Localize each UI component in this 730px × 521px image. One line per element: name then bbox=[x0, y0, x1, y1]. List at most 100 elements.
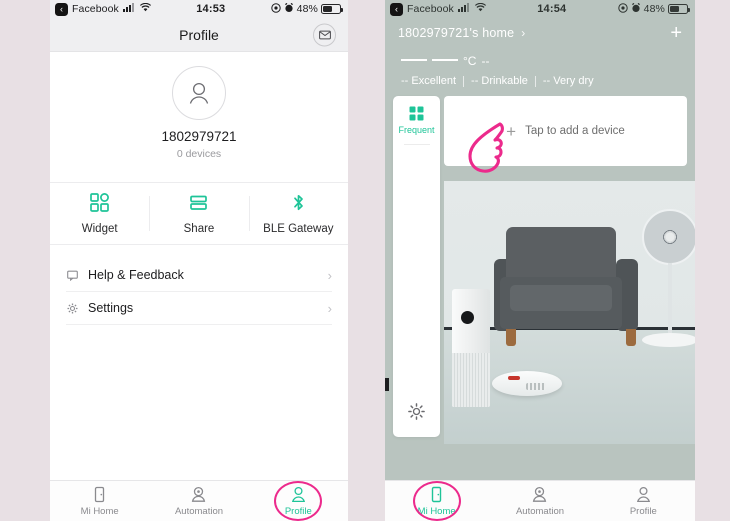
bottom-tab-bar: Mi Home Automation Profile bbox=[50, 480, 348, 521]
temperature-dash-left bbox=[401, 59, 427, 61]
divider bbox=[534, 75, 536, 87]
quick-action-label: Widget bbox=[81, 223, 118, 235]
back-app-label: Facebook bbox=[72, 3, 119, 15]
location-arrow-icon bbox=[617, 2, 628, 16]
tab-label: Automation bbox=[174, 505, 224, 517]
menu-item-label: Help & Feedback bbox=[88, 268, 184, 282]
status-bar-back-app[interactable]: ‹ Facebook bbox=[55, 2, 151, 16]
tab-automation[interactable]: Automation bbox=[149, 486, 248, 517]
status-bar-back-app[interactable]: ‹ Facebook bbox=[390, 2, 486, 16]
home-content: Frequent + Tap to add a device bbox=[385, 96, 695, 444]
divider bbox=[463, 75, 465, 87]
menu-item-label: Settings bbox=[88, 301, 134, 315]
battery-percent-label: 48% bbox=[643, 3, 665, 15]
status-bar-indicators: 48% bbox=[270, 2, 343, 16]
location-arrow-icon bbox=[270, 2, 281, 16]
help-feedback-icon bbox=[66, 270, 79, 281]
profile-username: 1802979721 bbox=[161, 129, 237, 144]
share-bars-icon bbox=[189, 193, 208, 217]
status-bar-indicators: 48% bbox=[617, 2, 690, 16]
page-title: Profile bbox=[179, 26, 219, 43]
pedestal-fan-pole bbox=[668, 263, 672, 338]
back-chevron-icon: ‹ bbox=[55, 2, 68, 16]
profile-menu-list: Help & Feedback › Settings › bbox=[50, 259, 348, 325]
profile-summary[interactable]: 1802979721 0 devices bbox=[50, 52, 348, 172]
temperature-extra: -- bbox=[481, 54, 490, 68]
back-chevron-icon: ‹ bbox=[390, 2, 403, 16]
tab-profile[interactable]: Profile bbox=[592, 486, 695, 517]
automation-icon bbox=[533, 486, 547, 502]
envelope-icon[interactable] bbox=[313, 23, 336, 46]
armchair-cushion bbox=[510, 285, 612, 311]
tab-automation[interactable]: Automation bbox=[488, 486, 591, 517]
plus-icon[interactable]: + bbox=[670, 23, 682, 43]
room-side-rail: Frequent bbox=[393, 96, 440, 437]
alarm-clock-icon bbox=[284, 2, 294, 16]
quick-action-widget[interactable]: Widget bbox=[50, 183, 149, 244]
wifi-icon bbox=[139, 2, 151, 15]
tab-mi-home[interactable]: Mi Home bbox=[385, 481, 488, 521]
home-header: 1802979721's home › + bbox=[385, 18, 695, 48]
gear-icon bbox=[66, 303, 79, 314]
annotation-circle-mi-home-tab bbox=[412, 481, 461, 521]
quick-action-share[interactable]: Share bbox=[149, 183, 248, 244]
widget-grid-icon bbox=[90, 193, 110, 217]
frequent-grid-icon bbox=[409, 106, 424, 121]
rail-settings-button[interactable] bbox=[408, 403, 425, 437]
robot-vacuum bbox=[492, 371, 562, 396]
tab-mi-home[interactable]: Mi Home bbox=[50, 486, 149, 517]
annotation-circle-profile-tab bbox=[274, 481, 323, 521]
avatar[interactable] bbox=[172, 66, 226, 120]
battery-percent-label: 48% bbox=[296, 3, 318, 15]
mi-home-icon bbox=[95, 486, 105, 502]
tab-label: Automation bbox=[515, 505, 565, 517]
gear-icon bbox=[408, 403, 425, 420]
home-name-label[interactable]: 1802979721's home bbox=[398, 26, 514, 40]
menu-item-settings[interactable]: Settings › bbox=[66, 292, 332, 325]
temperature-dash-right bbox=[432, 59, 458, 61]
quick-action-label: Share bbox=[183, 223, 215, 235]
tab-label: Mi Home bbox=[80, 505, 119, 517]
automation-icon bbox=[192, 486, 206, 502]
status-bar-clock: 14:54 bbox=[537, 3, 567, 15]
chevron-right-icon[interactable]: › bbox=[521, 26, 525, 40]
quick-action-label: BLE Gateway bbox=[263, 223, 334, 235]
tab-label: Profile bbox=[629, 505, 657, 517]
air-purifier bbox=[452, 289, 490, 407]
divider bbox=[403, 144, 430, 145]
phone-right-mi-home-screen: ‹ Facebook 14:54 48% 1802979721's home ›… bbox=[385, 0, 695, 521]
battery-icon bbox=[321, 4, 343, 14]
add-device-card[interactable]: + Tap to add a device bbox=[444, 96, 687, 166]
environment-stats: -- Excellent -- Drinkable -- Very dry bbox=[401, 75, 679, 87]
armchair-leg-right bbox=[626, 329, 636, 346]
profile-device-count: 0 devices bbox=[176, 148, 222, 160]
air-quality-label: -- Excellent bbox=[401, 75, 457, 87]
temperature-unit: °C bbox=[463, 54, 477, 68]
humidity-label: -- Very dry bbox=[542, 75, 594, 87]
pedestal-fan-head bbox=[642, 209, 695, 265]
temperature-row: °C -- bbox=[401, 54, 679, 68]
plus-icon: + bbox=[506, 121, 517, 141]
water-quality-label: -- Drinkable bbox=[471, 75, 528, 87]
menu-item-help-feedback[interactable]: Help & Feedback › bbox=[66, 259, 332, 292]
back-app-label: Facebook bbox=[407, 3, 454, 15]
status-bar: ‹ Facebook 14:53 48% bbox=[50, 0, 348, 18]
chevron-right-icon: › bbox=[327, 300, 332, 316]
rail-item-label: Frequent bbox=[398, 125, 435, 135]
cellular-signal-icon bbox=[122, 3, 136, 15]
pedestal-fan-base bbox=[642, 333, 695, 347]
add-device-label: Tap to add a device bbox=[525, 125, 625, 137]
profile-header: Profile bbox=[50, 18, 348, 52]
rail-item-frequent[interactable]: Frequent bbox=[393, 96, 440, 145]
smart-home-room-photo bbox=[444, 181, 695, 444]
chevron-right-icon: › bbox=[327, 267, 332, 283]
quick-actions-row: Widget Share BLE Gateway bbox=[50, 182, 348, 245]
tab-profile[interactable]: Profile bbox=[249, 481, 348, 521]
weather-summary: °C -- -- Excellent -- Drinkable -- Very … bbox=[385, 48, 695, 96]
status-bar: ‹ Facebook 14:54 48% bbox=[385, 0, 695, 18]
status-bar-clock: 14:53 bbox=[196, 3, 226, 15]
quick-action-ble-gateway[interactable]: BLE Gateway bbox=[248, 183, 348, 244]
armchair-leg-left bbox=[506, 329, 516, 346]
alarm-clock-icon bbox=[631, 2, 641, 16]
bottom-tab-bar: Mi Home Automation Profile bbox=[385, 480, 695, 521]
